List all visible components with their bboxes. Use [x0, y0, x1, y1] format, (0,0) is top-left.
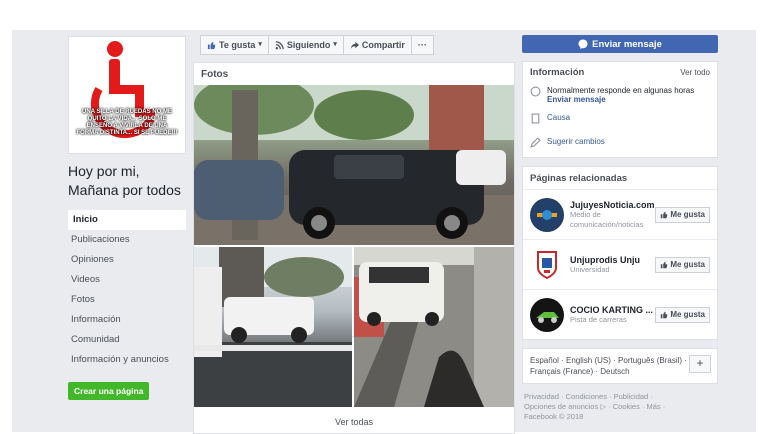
- footer-links: Privacidad · Condiciones · Publicidad · …: [522, 384, 718, 430]
- more-label: ···: [417, 40, 427, 50]
- nav-item-comunidad[interactable]: Comunidad: [68, 330, 186, 350]
- related-page-name[interactable]: COCIO KARTING ...: [570, 305, 655, 315]
- footer-line-2[interactable]: Opciones de anuncios ▷ · Cookies · Más ·: [524, 402, 716, 412]
- related-page-logo[interactable]: [530, 197, 564, 232]
- related-page-logo[interactable]: [530, 297, 564, 332]
- thumbs-up-icon: [661, 211, 668, 218]
- create-page-button[interactable]: Crear una página: [68, 382, 150, 400]
- more-options-button[interactable]: ···: [410, 35, 434, 55]
- footer-line-1[interactable]: Privacidad · Condiciones · Publicidad ·: [524, 392, 716, 402]
- like-label: Te gusta: [219, 40, 256, 50]
- send-message-label: Enviar mensaje: [592, 38, 662, 50]
- page-action-bar: Te gusta ▾ Siguiendo ▾ Compartir ···: [200, 35, 434, 55]
- cause-row: Causa: [523, 107, 717, 127]
- related-like-button[interactable]: Me gusta: [655, 256, 710, 273]
- pencil-icon: [530, 137, 541, 148]
- right-column: Enviar mensaje Información Ver todo Norm…: [522, 35, 718, 430]
- nav-item-fotos[interactable]: Fotos: [68, 290, 186, 310]
- nav-item-videos[interactable]: Videos: [68, 270, 186, 290]
- related-like-button[interactable]: Me gusta: [655, 206, 710, 223]
- related-page-logo[interactable]: [530, 247, 564, 282]
- send-message-button[interactable]: Enviar mensaje: [522, 35, 718, 53]
- page-title: Hoy por mi, Mañana por todos: [68, 162, 186, 200]
- related-page-name[interactable]: Unjuprodis Unju: [570, 255, 655, 265]
- like-page-button[interactable]: Te gusta ▾: [200, 35, 269, 55]
- language-list-line-1[interactable]: Español · English (US) · Português (Bras…: [530, 355, 710, 366]
- response-time-text: Normalmente responde en algunas horas: [547, 86, 695, 95]
- document-icon: [531, 113, 540, 124]
- language-list-line-2[interactable]: Français (France) · Deutsch: [530, 366, 710, 377]
- page-title-line-1: Hoy por mi,: [68, 163, 140, 179]
- messenger-outline-icon: [530, 86, 541, 97]
- share-button[interactable]: Compartir: [342, 35, 412, 55]
- chevron-down-icon: ▾: [333, 41, 337, 48]
- rss-icon: [275, 40, 284, 49]
- like-label: Me gusta: [670, 260, 705, 269]
- add-language-button[interactable]: +: [689, 355, 711, 373]
- related-pages-title: Páginas relacionadas: [530, 173, 628, 184]
- cause-link[interactable]: Causa: [547, 113, 570, 122]
- photos-card: Fotos Ver todas: [193, 62, 515, 434]
- related-page-name[interactable]: JujuyesNoticia.com: [570, 200, 655, 210]
- suggest-edits-row: Sugerir cambios: [523, 127, 717, 151]
- related-page-item: Unjuprodis Unju Universidad Me gusta: [523, 239, 717, 289]
- nav-item-publicaciones[interactable]: Publicaciones: [68, 230, 186, 250]
- footer-copyright: Facebook © 2018: [524, 412, 584, 421]
- nav-item-inicio[interactable]: Inicio: [68, 210, 186, 230]
- page-title-line-2: Mañana por todos: [68, 182, 181, 198]
- left-column: UNA SILLA DE RUEDAS NO ME QUITO LA VIDA.…: [68, 36, 186, 400]
- photo-3[interactable]: [354, 247, 514, 407]
- photo-3-image: [354, 247, 514, 407]
- page-avatar[interactable]: UNA SILLA DE RUEDAS NO ME QUITO LA VIDA.…: [68, 36, 186, 154]
- info-send-message-link[interactable]: Enviar mensaje: [547, 95, 694, 104]
- related-pages-card: Páginas relacionadas JujuyesNoticia.com …: [522, 166, 718, 340]
- related-page-category: Pista de carreras: [570, 314, 627, 324]
- response-time-row: Normalmente responde en algunas horas En…: [523, 83, 717, 107]
- suggest-edits-link[interactable]: Sugerir cambios: [547, 137, 605, 146]
- info-card: Información Ver todo Normalmente respond…: [522, 61, 718, 158]
- thumbs-up-icon: [207, 41, 216, 49]
- related-page-item: COCIO KARTING ... Pista de carreras Me g…: [523, 289, 717, 339]
- photo-1-image: [194, 85, 514, 245]
- info-title: Información: [530, 67, 585, 78]
- chevron-down-icon: ▾: [258, 41, 262, 48]
- share-label: Compartir: [361, 40, 405, 50]
- following-button[interactable]: Siguiendo ▾: [267, 35, 344, 55]
- photo-2-image: [194, 247, 352, 407]
- see-all-photos-link[interactable]: Ver todas: [194, 417, 514, 427]
- nav-item-informacion-anuncios[interactable]: Información y anuncios: [68, 350, 186, 370]
- thumbs-up-icon: [661, 261, 668, 268]
- related-like-button[interactable]: Me gusta: [655, 306, 710, 323]
- avatar-slogan: UNA SILLA DE RUEDAS NO ME QUITO LA VIDA.…: [76, 109, 178, 136]
- following-label: Siguiendo: [286, 40, 331, 50]
- like-label: Me gusta: [670, 210, 705, 219]
- photos-title: Fotos: [201, 69, 229, 80]
- language-card: Español · English (US) · Português (Bras…: [522, 348, 718, 384]
- nav-item-opiniones[interactable]: Opiniones: [68, 250, 186, 270]
- share-arrow-icon: [350, 41, 359, 49]
- messenger-icon: [578, 39, 588, 49]
- info-see-all-link[interactable]: Ver todo: [680, 68, 710, 77]
- photo-2[interactable]: [194, 247, 352, 407]
- like-label: Me gusta: [670, 310, 705, 319]
- related-page-category: Universidad: [570, 264, 610, 274]
- related-page-item: JujuyesNoticia.com Medio de comunicación…: [523, 189, 717, 239]
- thumbs-up-icon: [661, 311, 668, 318]
- photo-1[interactable]: [194, 85, 514, 245]
- related-page-category: Medio de comunicación/noticias: [570, 209, 644, 229]
- nav-item-informacion[interactable]: Información: [68, 310, 186, 330]
